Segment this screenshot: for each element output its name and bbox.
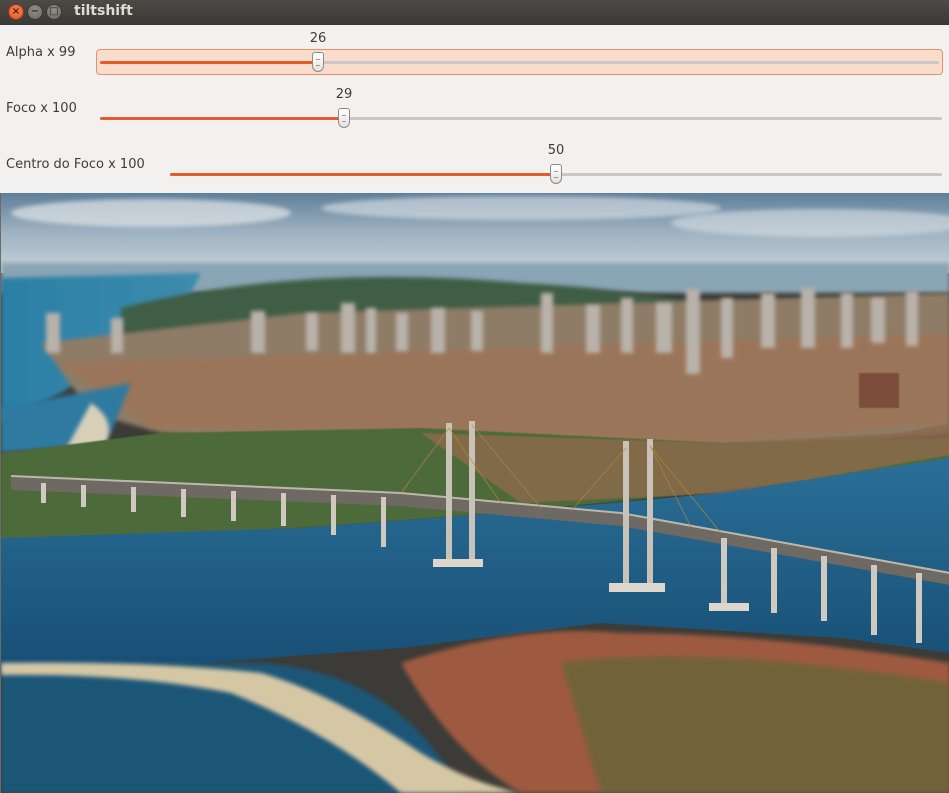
title-bar: × − □ tiltshift: [0, 0, 949, 26]
slider-label: Foco x 100: [6, 101, 77, 116]
maximize-icon: □: [49, 6, 59, 17]
slider-thumb[interactable]: [312, 52, 324, 72]
slider-label: Centro do Foco x 100: [6, 157, 145, 172]
alpha-slider[interactable]: [100, 52, 939, 72]
window-title: tiltshift: [74, 3, 133, 19]
slider-value: 29: [335, 87, 353, 102]
city-bridge-photo: [1, 193, 949, 793]
minimize-icon: −: [30, 6, 40, 17]
close-icon: ×: [11, 6, 21, 17]
maximize-button[interactable]: □: [46, 4, 62, 20]
slider-thumb[interactable]: [550, 164, 562, 184]
slider-value: 50: [547, 143, 565, 158]
centro-foco-slider[interactable]: [170, 164, 942, 184]
controls-panel: Alpha x 99 26 Foco x 100 29 Centro do Fo…: [0, 25, 949, 193]
tiltshift-image: [0, 193, 949, 793]
slider-fill: [170, 173, 556, 176]
slider-label: Alpha x 99: [6, 45, 76, 60]
slider-fill: [100, 117, 344, 120]
app-window: × − □ tiltshift Alpha x 99 26 Foco x 100…: [0, 0, 949, 793]
slider-thumb[interactable]: [338, 108, 350, 128]
slider-value: 26: [309, 31, 327, 46]
close-button[interactable]: ×: [8, 4, 24, 20]
foco-slider[interactable]: [100, 108, 942, 128]
slider-fill: [100, 61, 318, 64]
minimize-button[interactable]: −: [27, 4, 43, 20]
